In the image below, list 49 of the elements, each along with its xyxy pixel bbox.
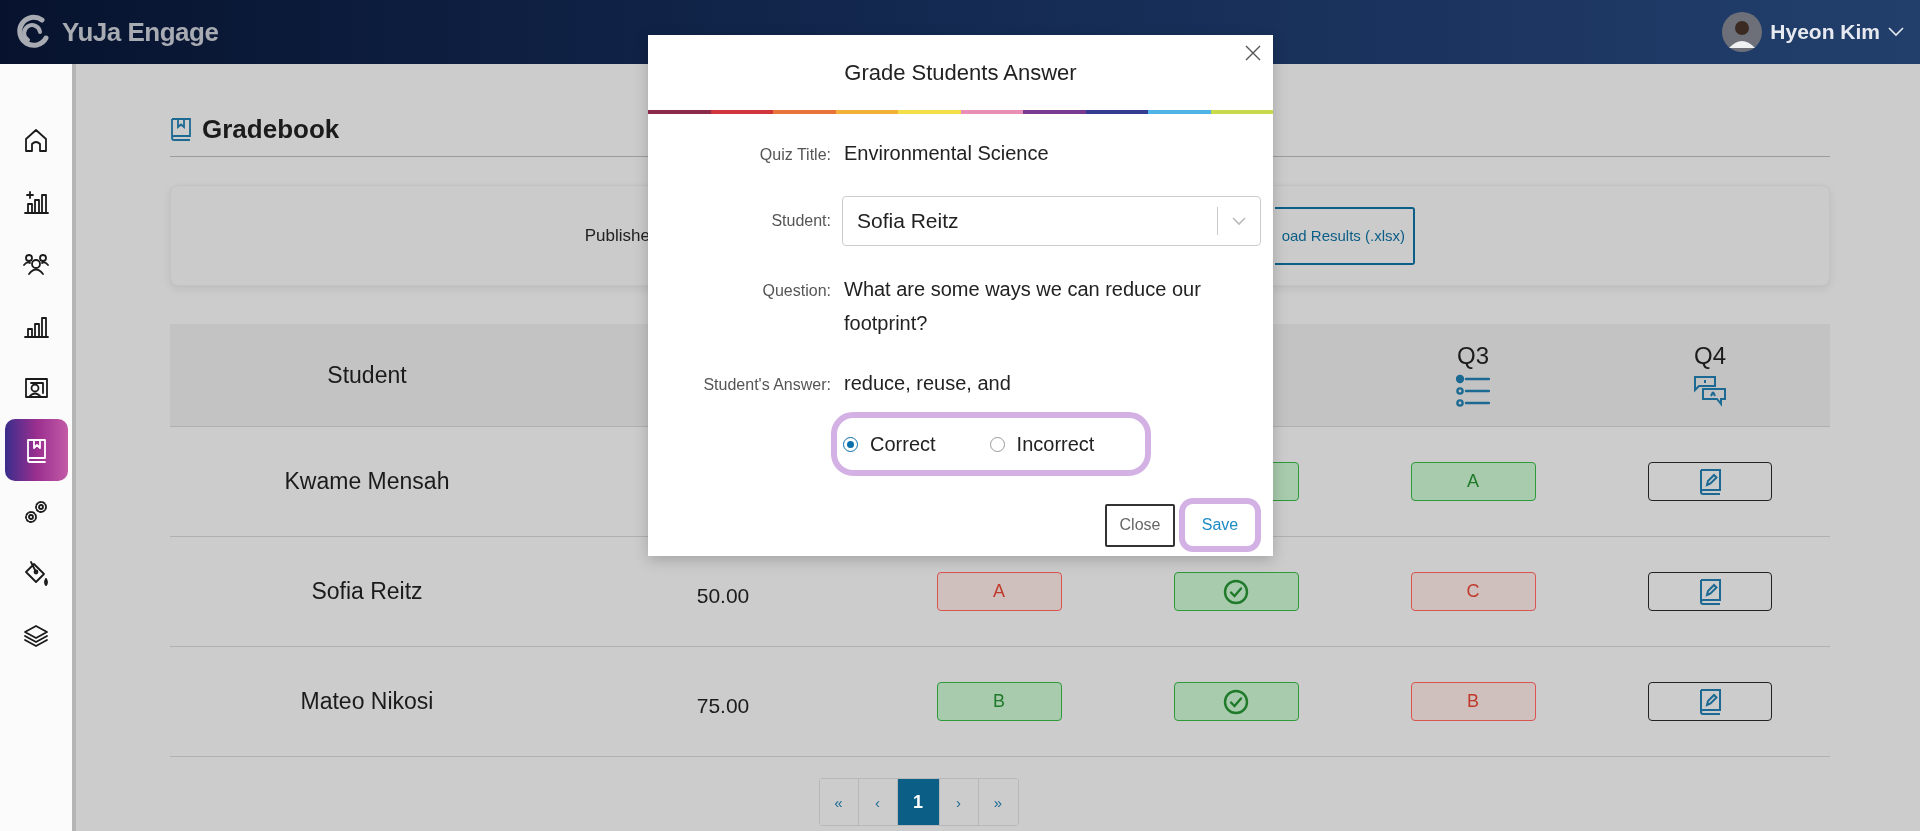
answer-badge[interactable]: B (1410, 682, 1536, 721)
field-label: Student: (770, 212, 831, 230)
edit-button[interactable] (1648, 462, 1772, 501)
save-button[interactable]: Save (1179, 498, 1261, 552)
edit-button[interactable] (1648, 682, 1772, 721)
close-icon[interactable] (1245, 45, 1261, 61)
radio-label[interactable]: Incorrect (1016, 432, 1095, 456)
page-button[interactable]: 1 (897, 779, 940, 825)
edit-button[interactable] (1648, 572, 1772, 611)
student-name: Mateo Nikosi (300, 688, 434, 715)
answer-badge[interactable]: C (1410, 572, 1536, 611)
book-pencil-icon (1698, 687, 1722, 716)
check-circle-icon (1223, 578, 1249, 605)
student-name: Sofia Reitz (311, 578, 423, 605)
chat-bubbles-icon (1693, 374, 1727, 408)
page-button[interactable]: « (819, 779, 859, 825)
check-circle-icon (1223, 688, 1249, 715)
field-value: reduce, reuse, and (844, 371, 1012, 396)
column-header: Q3 (1457, 342, 1489, 370)
field-value: What are some ways we can reduce our footprint? (844, 277, 1202, 336)
published-label: Publishe (584, 225, 650, 246)
answer-badge[interactable] (1173, 682, 1299, 721)
answer-badge[interactable] (1173, 572, 1299, 611)
field-label: Quiz Title: (758, 146, 831, 164)
answer-badge[interactable]: A (936, 572, 1062, 611)
download-button[interactable]: oad Results (.xlsx) (1275, 206, 1415, 265)
sidebar-item[interactable] (4, 419, 68, 481)
dialog-title: Grade Students Answer (844, 59, 1077, 86)
radio-label[interactable]: Correct (870, 432, 936, 456)
list-icon (1456, 374, 1490, 408)
book-icon (170, 117, 192, 141)
column-header: Student (327, 361, 407, 389)
field-label: Question: (761, 282, 831, 300)
answer-badge[interactable]: B (936, 682, 1062, 721)
student-dropdown[interactable]: Sofia Reitz (842, 196, 1261, 246)
close-button[interactable]: Close (1105, 503, 1175, 547)
field-value: Environmental Science (844, 141, 1050, 166)
student-name: Kwame Mensah (284, 468, 450, 495)
field-label: Student's Answer: (702, 376, 831, 394)
page-title: Gradebook (202, 113, 340, 145)
book-pencil-icon (1698, 467, 1722, 496)
column-header: Q4 (1694, 342, 1726, 370)
book-pencil-icon (1698, 577, 1722, 606)
score: 75.00 (696, 693, 750, 718)
app-name: YuJa Engage (62, 16, 219, 48)
avatar (1722, 12, 1763, 52)
user-name[interactable]: Hyeon Kim (1770, 20, 1880, 44)
answer-badge[interactable]: A (1410, 462, 1536, 501)
score: 50.00 (696, 583, 750, 608)
